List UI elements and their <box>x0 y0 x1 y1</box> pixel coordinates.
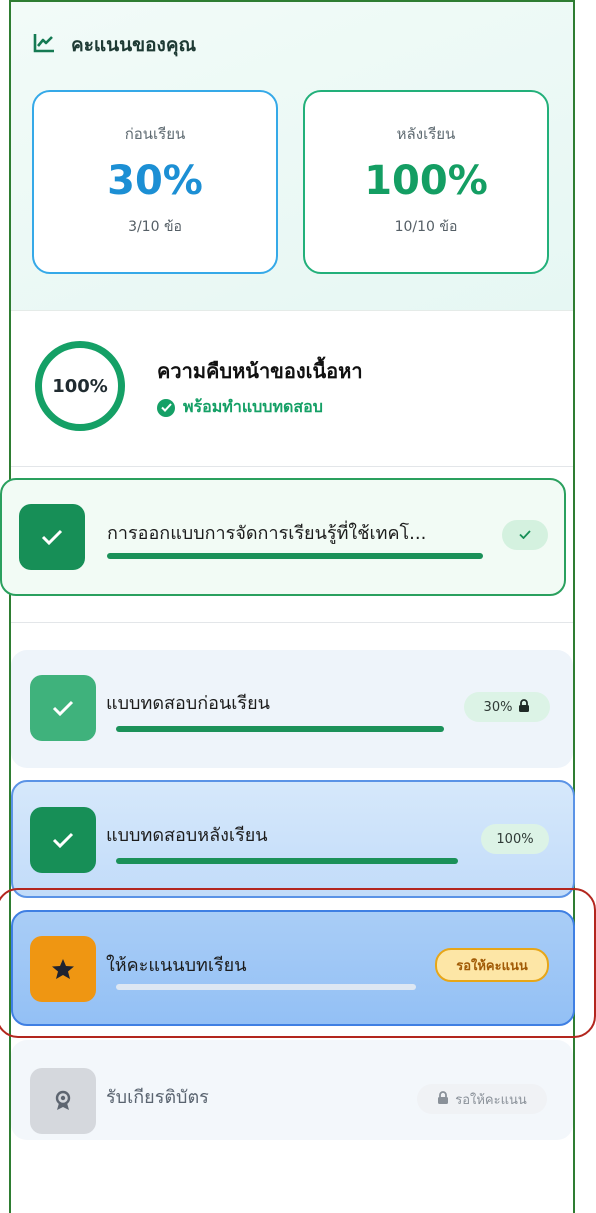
ready-status-label: พร้อมทำแบบทดสอบ <box>183 397 323 416</box>
award-icon <box>30 1068 96 1134</box>
lesson-title: การออกแบบการจัดการเรียนรู้ที่ใช้เทคโ... <box>107 523 427 544</box>
pretest-label: ก่อนเรียน <box>124 125 186 143</box>
step-title: รับเกียรติบัตร <box>106 1087 209 1108</box>
app-frame: คะแนนของคุณ ก่อนเรียน 30% 3/10 ข้อ หลังเ… <box>9 0 575 1213</box>
step-certificate[interactable]: รับเกียรติบัตร รอให้คะแนน <box>11 1040 573 1140</box>
posttest-count: 10/10 ข้อ <box>394 219 458 235</box>
lesson-item[interactable]: การออกแบบการจัดการเรียนรู้ที่ใช้เทคโ... <box>0 478 566 596</box>
lesson-progress-bar <box>107 553 483 559</box>
step-badge-label: รอให้คะแนน <box>455 1092 527 1108</box>
pretest-count: 3/10 ข้อ <box>128 219 182 235</box>
step-progress-track <box>116 984 416 990</box>
score-section: คะแนนของคุณ ก่อนเรียน 30% 3/10 ข้อ หลังเ… <box>11 2 573 311</box>
step-pretest[interactable]: แบบทดสอบก่อนเรียน 30% <box>11 650 573 768</box>
posttest-percent: 100% <box>364 158 488 204</box>
lock-icon <box>437 1090 449 1108</box>
step-posttest[interactable]: แบบทดสอบหลังเรียน 100% <box>11 780 575 898</box>
step-badge: รอให้คะแนน <box>435 948 549 982</box>
lock-icon <box>518 698 530 716</box>
ready-status: พร้อมทำแบบทดสอบ <box>157 395 323 420</box>
lesson-status-badge <box>502 520 548 550</box>
check-circle-icon <box>157 398 175 417</box>
posttest-score-card: หลังเรียน 100% 10/10 ข้อ <box>303 90 549 274</box>
line-chart-icon <box>33 33 55 57</box>
check-icon <box>19 504 85 570</box>
score-header: คะแนนของคุณ <box>33 30 196 60</box>
step-progress-bar <box>116 858 458 864</box>
star-icon <box>30 936 96 1002</box>
pretest-score-card: ก่อนเรียน 30% 3/10 ข้อ <box>32 90 278 274</box>
check-icon <box>30 675 96 741</box>
step-badge-label: 100% <box>496 831 534 847</box>
step-badge-label: รอให้คะแนน <box>456 958 528 974</box>
content-progress-section: 100% ความคืบหน้าของเนื้อหา พร้อมทำแบบทดส… <box>11 311 573 467</box>
posttest-label: หลังเรียน <box>396 125 456 143</box>
step-title: แบบทดสอบก่อนเรียน <box>106 693 270 714</box>
step-badge-label: 30% <box>483 699 513 715</box>
step-title: ให้คะแนนบทเรียน <box>106 955 247 976</box>
step-progress-bar <box>116 726 444 732</box>
step-badge: 30% <box>464 692 550 722</box>
step-badge: รอให้คะแนน <box>417 1084 547 1114</box>
step-title: แบบทดสอบหลังเรียน <box>106 825 268 846</box>
score-title: คะแนนของคุณ <box>71 34 197 56</box>
pretest-percent: 30% <box>107 158 203 204</box>
progress-ring: 100% <box>35 341 125 431</box>
step-rate-lesson[interactable]: ให้คะแนนบทเรียน รอให้คะแนน <box>11 910 575 1026</box>
check-icon <box>519 528 531 543</box>
check-icon <box>30 807 96 873</box>
step-badge: 100% <box>481 824 549 854</box>
divider <box>11 622 573 623</box>
progress-title: ความคืบหน้าของเนื้อหา <box>157 359 363 383</box>
